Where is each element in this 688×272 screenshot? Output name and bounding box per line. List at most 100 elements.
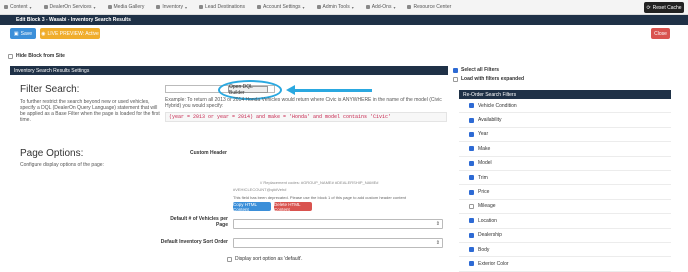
save-label: Save: [20, 30, 33, 37]
filter-label: Body: [478, 246, 490, 253]
nav-item-content[interactable]: Content ▾: [4, 4, 32, 10]
select-all-label: Select all Filters: [461, 67, 500, 73]
load-expanded-row[interactable]: Load with filters expanded: [453, 76, 524, 82]
nav-item-leads[interactable]: Lead Destinations: [198, 4, 245, 10]
page-options-description: Configure display options of the page:: [20, 162, 104, 168]
replacement-codes-text: // Replacement codes: #GROUP_NAME# #DEAL…: [260, 180, 379, 185]
filter-search-title: Filter Search:: [20, 84, 80, 95]
display-sort-checkbox[interactable]: [227, 256, 232, 262]
chevron-down-icon: ▾: [393, 4, 396, 10]
filter-checkbox[interactable]: [469, 247, 474, 253]
filter-label: Year: [478, 131, 489, 138]
copy-html-button[interactable]: Copy HTML Content: [233, 202, 271, 212]
chevron-down-icon: ▾: [351, 4, 354, 10]
filter-item[interactable]: Make: [459, 142, 671, 157]
filter-checkbox[interactable]: [469, 175, 474, 181]
filter-item[interactable]: Availability: [459, 113, 671, 128]
filter-checkbox[interactable]: [469, 261, 474, 267]
reorder-filters-header: Re-Order Search Filters: [459, 90, 671, 99]
filter-checkbox[interactable]: [469, 218, 474, 224]
nav-item-inventory[interactable]: Inventory ▾: [156, 4, 187, 10]
nav-item-admin[interactable]: Admin Tools ▾: [316, 4, 354, 10]
display-sort-label: Display sort option as 'default'.: [235, 256, 303, 262]
live-preview-button[interactable]: ◉ LIVE PREVIEW: Active: [40, 28, 100, 39]
vehicle-count-code: #VEHICLECOUNT@q##Veh#: [233, 187, 287, 192]
select-all-row[interactable]: Select all Filters: [453, 67, 499, 73]
annotation-arrow: [292, 89, 372, 92]
filter-checkbox[interactable]: [469, 146, 474, 152]
nav-label: Resource Center: [413, 4, 452, 10]
load-expanded-label: Load with filters expanded: [461, 76, 525, 82]
filter-item[interactable]: Location: [459, 214, 671, 229]
filter-item[interactable]: Model: [459, 157, 671, 171]
nav-label: Content: [10, 4, 28, 10]
delete-html-button[interactable]: Delete HTML Content: [274, 202, 312, 212]
hide-block-label: Hide Block from Site: [16, 53, 65, 59]
filter-item[interactable]: Price: [459, 185, 671, 200]
vehicles-per-page-label: Default # of Vehicles per Page: [170, 216, 228, 228]
preview-label: LIVE PREVIEW: Active: [47, 30, 99, 37]
nav-label: Inventory: [162, 4, 183, 10]
filter-checkbox[interactable]: [469, 117, 474, 123]
filter-item[interactable]: Mileage: [459, 200, 671, 215]
arrow-head-icon: [286, 85, 295, 95]
save-button[interactable]: ▣ Save: [10, 28, 36, 39]
nav-item-media[interactable]: Media Gallery: [107, 4, 145, 10]
filter-item[interactable]: Vehicle Condition: [459, 99, 671, 114]
filter-label: Make: [478, 145, 491, 152]
nav-item-addons[interactable]: Add-Ons ▾: [365, 4, 396, 10]
reset-cache-button[interactable]: ⟳ Reset Cache: [644, 2, 684, 13]
reset-cache-label: Reset Cache: [652, 4, 682, 11]
vehicles-per-page-select[interactable]: ⇕: [233, 219, 443, 229]
lead-icon: [198, 5, 203, 9]
filter-item[interactable]: Year: [459, 128, 671, 143]
select-all-checkbox[interactable]: [453, 67, 458, 73]
load-expanded-checkbox[interactable]: [453, 76, 458, 82]
filter-label: Exterior Color: [478, 260, 509, 267]
nav-label: Lead Destinations: [204, 4, 245, 10]
filter-item[interactable]: Body: [459, 243, 671, 258]
filter-label: Price: [478, 189, 490, 196]
custom-header-label: Custom Header: [190, 150, 227, 156]
filter-checkbox[interactable]: [469, 203, 474, 209]
filter-label: Dealership: [478, 232, 502, 239]
nav-label: Admin Tools: [322, 4, 350, 10]
sort-order-select[interactable]: ⇕: [233, 238, 443, 248]
nav-label: Media Gallery: [113, 4, 145, 10]
filter-label: Availability: [478, 117, 502, 124]
nav-item-services[interactable]: DealerOn Services ▾: [43, 4, 96, 10]
admin-icon: [316, 5, 321, 9]
chevron-down-icon: ▾: [184, 4, 187, 10]
filter-checkbox[interactable]: [469, 232, 474, 238]
nav-item-account[interactable]: Account Settings ▾: [257, 4, 305, 10]
nav-label: Account Settings: [263, 4, 301, 10]
nav-label: DealerOn Services: [49, 4, 92, 10]
filter-item[interactable]: Dealership: [459, 229, 671, 243]
chevron-down-icon: ⇕: [435, 221, 440, 227]
services-icon: [43, 5, 48, 9]
close-button[interactable]: Close: [651, 28, 670, 39]
refresh-icon: ⟳: [646, 4, 651, 11]
sort-order-label: Default Inventory Sort Order: [160, 239, 228, 245]
display-sort-row[interactable]: Display sort option as 'default'.: [227, 256, 303, 262]
filter-checkbox[interactable]: [469, 160, 474, 166]
inventory-icon: [156, 5, 161, 9]
filter-item[interactable]: Trim: [459, 171, 671, 186]
page-title: Edit Block 3 - Wasabi - Inventory Search…: [0, 15, 688, 25]
save-icon: ▣: [13, 30, 19, 37]
filter-checkbox[interactable]: [469, 103, 474, 109]
hide-block-checkbox[interactable]: [8, 53, 13, 59]
filter-checkbox[interactable]: [469, 189, 474, 195]
media-icon: [107, 5, 112, 9]
section-header: Inventory Search Results Settings: [10, 66, 448, 75]
filter-label: Vehicle Condition: [478, 102, 517, 109]
filter-label: Mileage: [478, 203, 496, 210]
account-icon: [257, 5, 261, 9]
filter-list: Vehicle Condition Availability Year Make Mod…: [459, 99, 671, 272]
nav-item-resources[interactable]: Resource Center: [407, 4, 451, 10]
dql-example-code: (year = 2013 or year = 2014) and make = …: [165, 112, 447, 122]
filter-search-description: To further restrict the search beyond ne…: [20, 99, 160, 123]
filter-checkbox[interactable]: [469, 131, 474, 137]
deprecated-notice: This field has been deprecated. Please u…: [233, 195, 407, 200]
hide-block-row[interactable]: Hide Block from Site: [8, 53, 65, 59]
